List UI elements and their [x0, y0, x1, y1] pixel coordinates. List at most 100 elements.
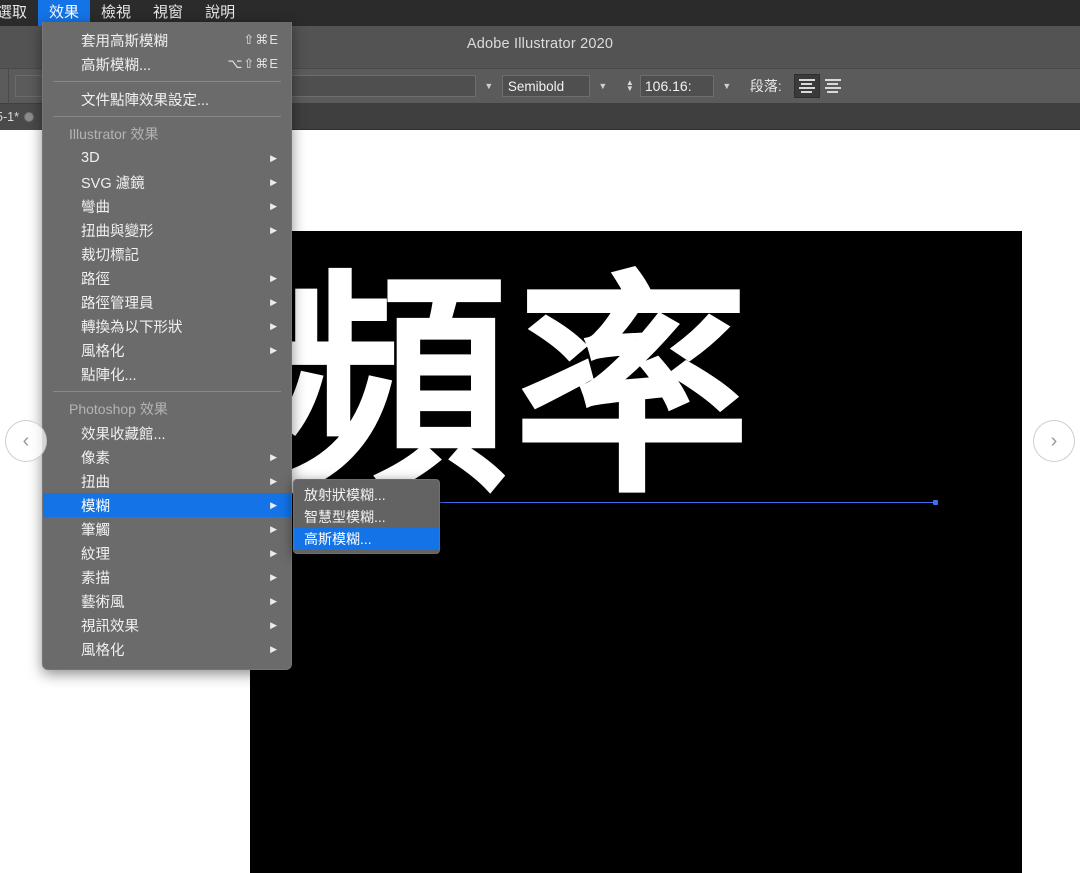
menu-item-label: 像素: [81, 447, 110, 468]
menu-item-shortcut: ⌥⇧⌘E: [227, 56, 279, 72]
font-style-value: Semibold: [508, 79, 564, 94]
submenu-arrow-icon: ▶: [270, 596, 277, 607]
document-tab[interactable]: 5-1*: [0, 104, 42, 130]
menu-item-pixelate[interactable]: 像素 ▶: [43, 445, 291, 469]
submenu-arrow-icon: ▶: [270, 524, 277, 535]
submenu-arrow-icon: ▶: [270, 476, 277, 487]
menu-item-svg-filters[interactable]: SVG 濾鏡 ▶: [43, 170, 291, 194]
menu-separator: [53, 391, 281, 392]
menu-section-photoshop-effects: Photoshop 效果: [43, 397, 291, 421]
menu-item-label: 路徑: [81, 268, 110, 289]
submenu-arrow-icon: ▶: [270, 452, 277, 463]
font-style-field[interactable]: Semibold: [502, 75, 590, 97]
menu-item-rasterize[interactable]: 點陣化...: [43, 362, 291, 386]
submenu-arrow-icon: ▶: [270, 153, 277, 164]
menu-item-brush-strokes[interactable]: 筆觸 ▶: [43, 517, 291, 541]
menu-item-gaussian-blur[interactable]: 高斯模糊... ⌥⇧⌘E: [43, 52, 291, 76]
submenu-arrow-icon: ▶: [270, 177, 277, 188]
blur-submenu: 放射狀模糊... 智慧型模糊... 高斯模糊...: [293, 479, 440, 554]
submenu-arrow-icon: ▶: [270, 572, 277, 583]
font-size-value: 106.16:: [645, 78, 692, 94]
submenu-item-gaussian-blur[interactable]: 高斯模糊...: [294, 528, 439, 550]
menu-item-convert-to-shape[interactable]: 轉換為以下形狀 ▶: [43, 314, 291, 338]
menu-item-distort[interactable]: 扭曲 ▶: [43, 469, 291, 493]
menu-item-label: 藝術風: [81, 591, 125, 612]
menu-item-stylize[interactable]: 風格化 ▶: [43, 338, 291, 362]
artwork-text[interactable]: 頻率: [272, 271, 756, 507]
divider: [8, 68, 9, 104]
submenu-arrow-icon: ▶: [270, 500, 277, 511]
menu-item-label: 裁切標記: [81, 244, 139, 265]
menu-item-label: 轉換為以下形狀: [81, 316, 183, 337]
menu-item-label: 路徑管理員: [81, 292, 154, 313]
menu-separator: [53, 81, 281, 82]
submenu-arrow-icon: ▶: [270, 297, 277, 308]
submenu-arrow-icon: ▶: [270, 620, 277, 631]
paragraph-label: 段落:: [750, 76, 782, 96]
artboard-overflow: [250, 655, 1022, 873]
paragraph-align-group: [794, 74, 846, 98]
chevron-left-icon: ‹: [23, 431, 30, 451]
font-size-field[interactable]: 106.16:: [640, 75, 714, 97]
submenu-arrow-icon: ▶: [270, 548, 277, 559]
menu-item-warp[interactable]: 彎曲 ▶: [43, 194, 291, 218]
screenshot-root: 選取 效果 檢視 視窗 說明 Adobe Illustrator 2020 % …: [0, 0, 1080, 873]
submenu-arrow-icon: ▶: [270, 321, 277, 332]
menu-item-path[interactable]: 路徑 ▶: [43, 266, 291, 290]
menu-item-distort-transform[interactable]: 扭曲與變形 ▶: [43, 218, 291, 242]
menu-item-label: 視訊效果: [81, 615, 139, 636]
page-background: [0, 655, 1080, 873]
font-family-dropdown-icon[interactable]: ▼: [476, 75, 502, 97]
align-left-icon[interactable]: [794, 74, 820, 98]
menu-separator: [53, 116, 281, 117]
close-icon[interactable]: [24, 112, 34, 122]
menu-item-document-raster-settings[interactable]: 文件點陣效果設定...: [43, 87, 291, 111]
font-style-dropdown-icon[interactable]: ▼: [590, 75, 616, 97]
menu-item-pathfinder[interactable]: 路徑管理員 ▶: [43, 290, 291, 314]
submenu-arrow-icon: ▶: [270, 225, 277, 236]
submenu-arrow-icon: ▶: [270, 201, 277, 212]
menu-item-shortcut: ⇧⌘E: [243, 32, 279, 48]
menu-item-label: 模糊: [81, 495, 110, 516]
menu-item-effect-gallery[interactable]: 效果收藏館...: [43, 421, 291, 445]
window-title: Adobe Illustrator 2020: [467, 36, 613, 52]
menu-item-stylize-ps[interactable]: 風格化 ▶: [43, 637, 291, 661]
font-size-dropdown-icon[interactable]: ▼: [714, 75, 740, 97]
menu-item-label: 點陣化...: [81, 364, 137, 385]
menu-item-artistic[interactable]: 藝術風 ▶: [43, 589, 291, 613]
submenu-item-smart-blur[interactable]: 智慧型模糊...: [294, 506, 439, 528]
menu-item-label: 紋理: [81, 543, 110, 564]
menu-item-label: 風格化: [81, 639, 125, 660]
carousel-prev-button[interactable]: ‹: [5, 420, 47, 462]
menu-item-texture[interactable]: 紋理 ▶: [43, 541, 291, 565]
menu-item-crop-marks[interactable]: 裁切標記: [43, 242, 291, 266]
menu-item-label: 彎曲: [81, 196, 110, 217]
menu-item-blur[interactable]: 模糊 ▶: [43, 493, 291, 517]
menu-item-3d[interactable]: 3D ▶: [43, 146, 291, 170]
submenu-arrow-icon: ▶: [270, 345, 277, 356]
text-baseline: [356, 502, 936, 503]
menu-item-apply-gaussian-blur[interactable]: 套用高斯模糊 ⇧⌘E: [43, 28, 291, 52]
submenu-item-radial-blur[interactable]: 放射狀模糊...: [294, 484, 439, 506]
menu-select[interactable]: 選取: [0, 0, 38, 26]
artboard[interactable]: 頻率: [250, 231, 1022, 655]
submenu-arrow-icon: ▶: [270, 644, 277, 655]
document-tab-label: 5-1*: [0, 110, 19, 124]
menu-section-illustrator-effects: Illustrator 效果: [43, 122, 291, 146]
align-center-icon[interactable]: [820, 74, 846, 98]
carousel-next-button[interactable]: ›: [1033, 420, 1075, 462]
menu-item-video[interactable]: 視訊效果 ▶: [43, 613, 291, 637]
menu-item-label: 高斯模糊...: [81, 54, 151, 75]
submenu-arrow-icon: ▶: [270, 273, 277, 284]
chevron-right-icon: ›: [1051, 431, 1058, 451]
font-size-stepper[interactable]: ▲▼: [624, 80, 636, 92]
menu-item-label: 素描: [81, 567, 110, 588]
menu-item-label: 扭曲: [81, 471, 110, 492]
menu-item-label: SVG 濾鏡: [81, 172, 145, 193]
menu-item-label: 扭曲與變形: [81, 220, 154, 241]
effect-dropdown-menu: 套用高斯模糊 ⇧⌘E 高斯模糊... ⌥⇧⌘E 文件點陣效果設定... Illu…: [42, 22, 292, 670]
menu-item-label: 效果收藏館...: [81, 423, 166, 444]
menu-item-label: 套用高斯模糊: [81, 30, 168, 51]
menu-item-label: 筆觸: [81, 519, 110, 540]
menu-item-sketch[interactable]: 素描 ▶: [43, 565, 291, 589]
